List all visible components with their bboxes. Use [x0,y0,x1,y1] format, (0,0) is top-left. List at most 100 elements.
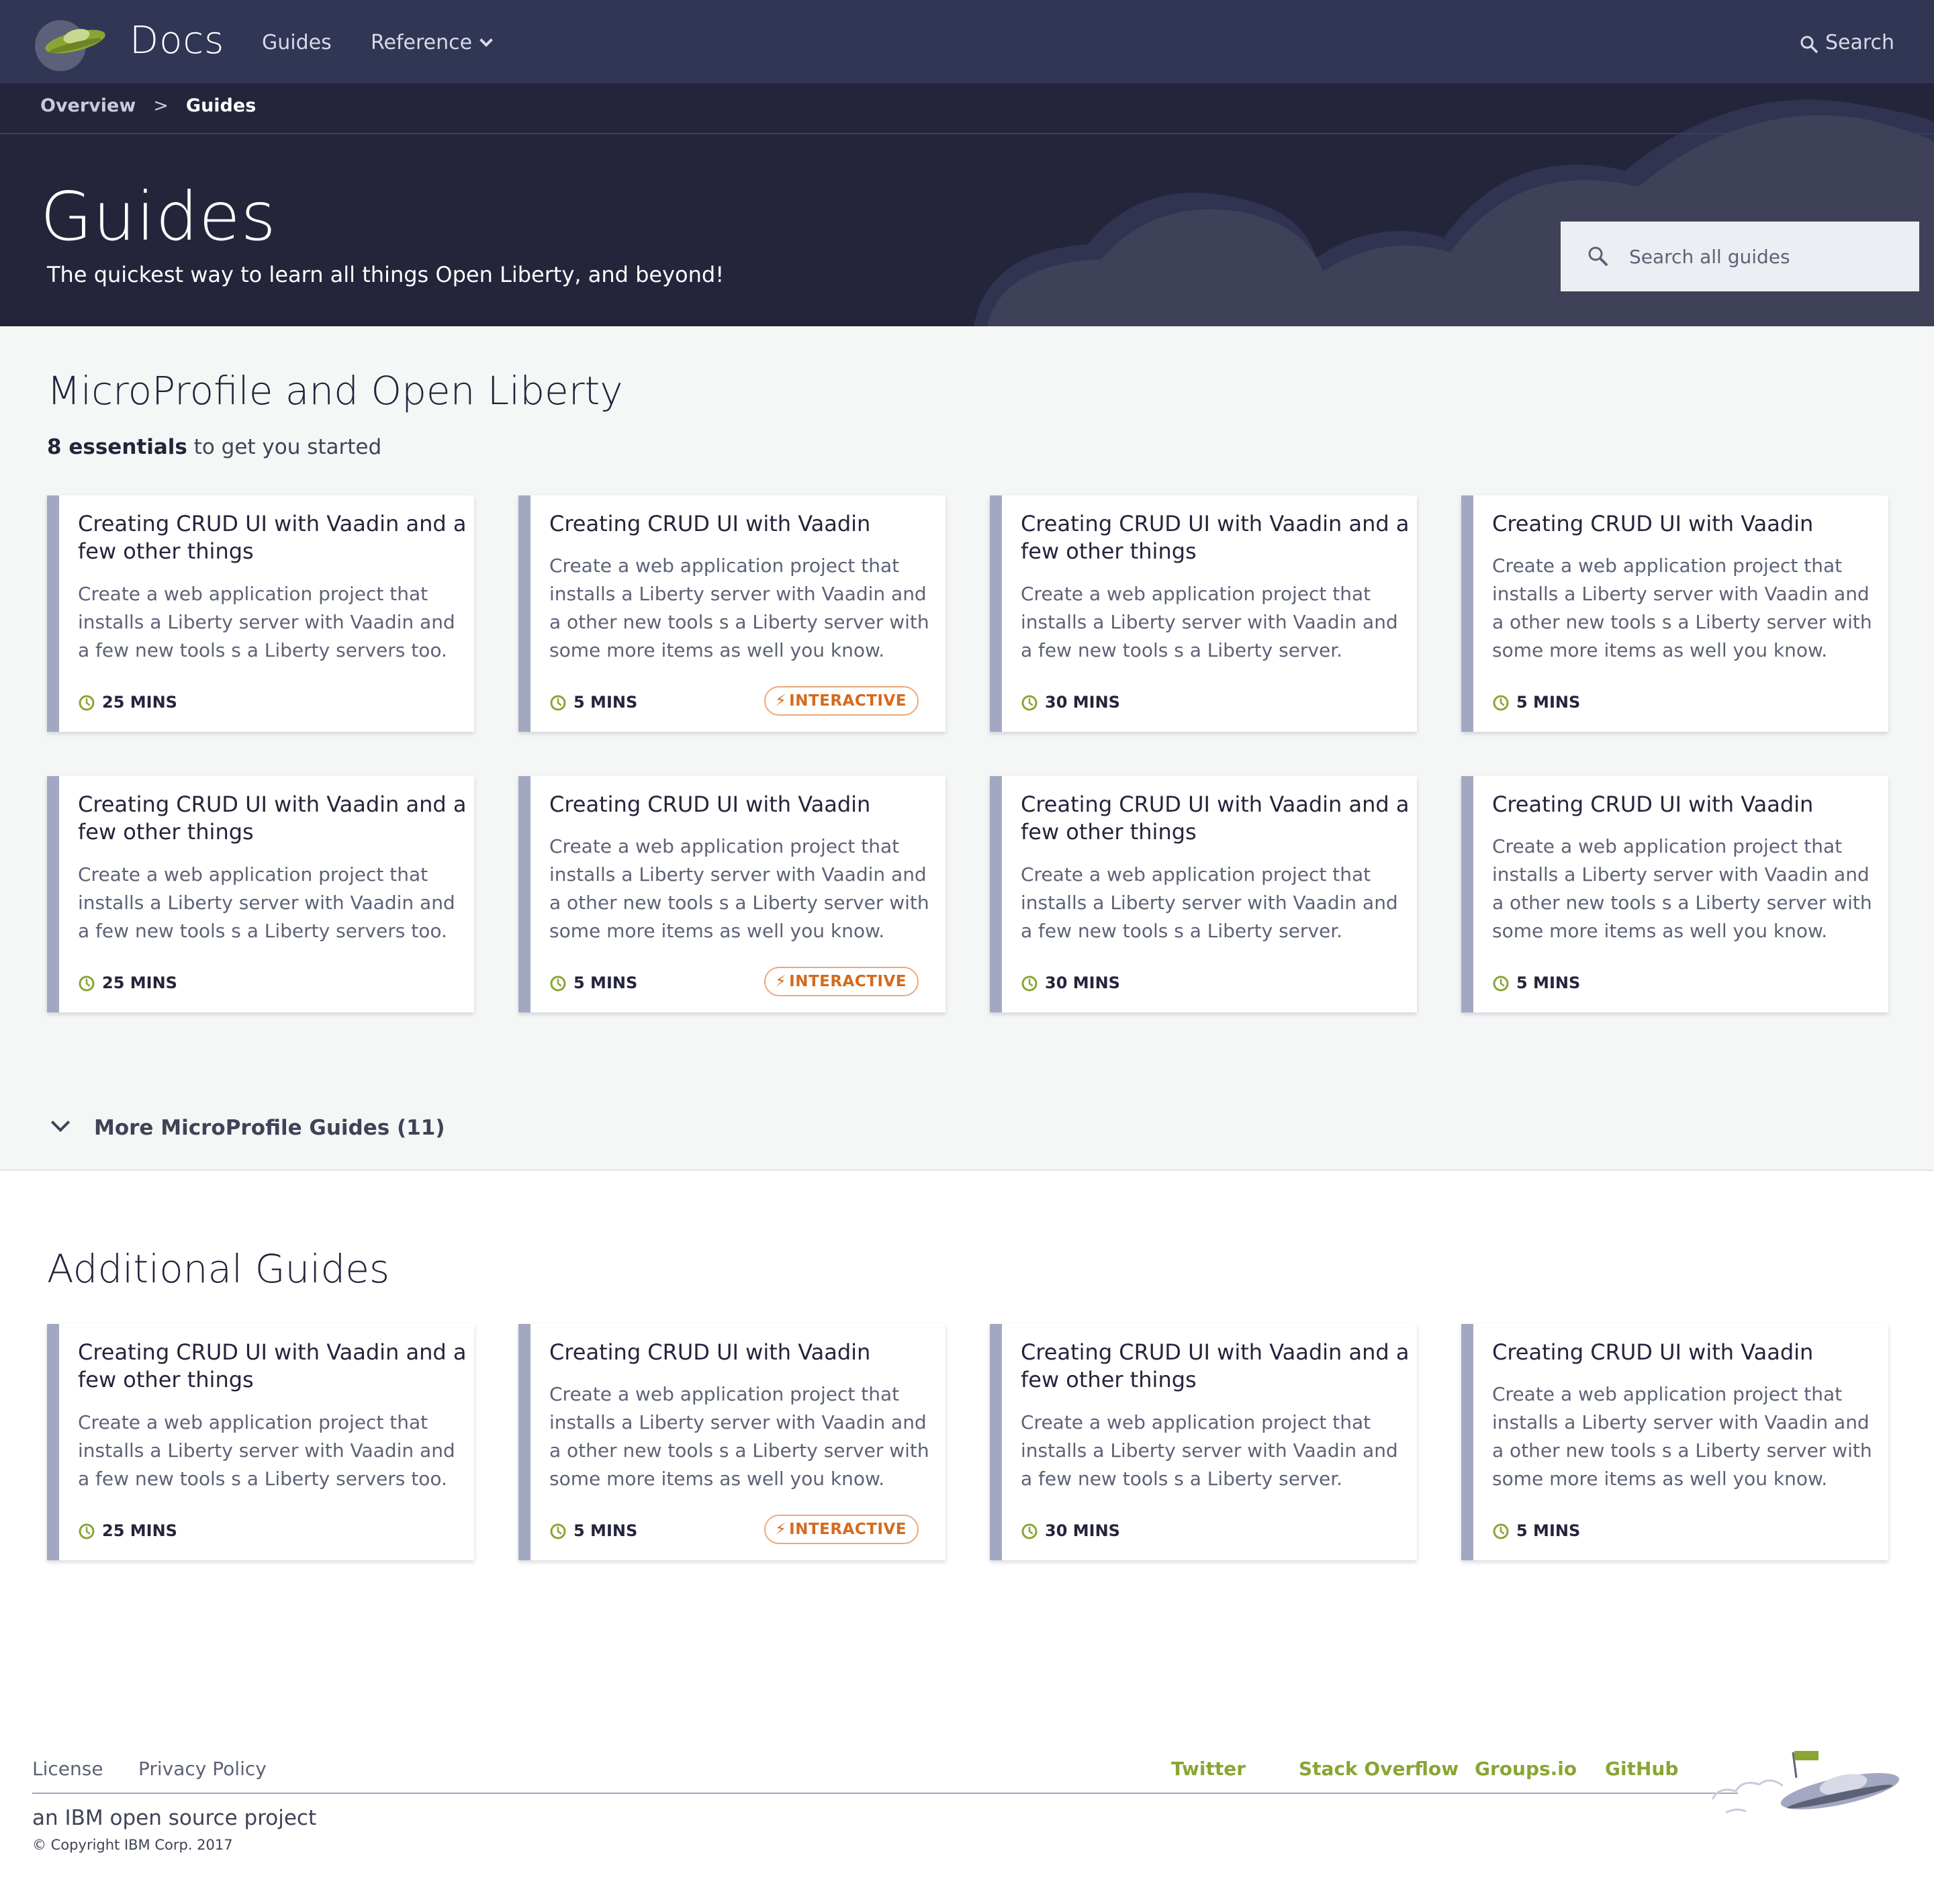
clock-icon [1493,695,1509,711]
guide-card-duration: 5 MINS [1492,973,1580,992]
footer-copyright: © Copyright IBM Corp. 2017 [32,1837,233,1853]
microprofile-section-count: 8 essentials to get you started [47,435,381,459]
guide-card-title[interactable]: Creating CRUD UI with Vaadin [1492,791,1882,818]
breadcrumb-divider [0,133,1934,134]
guide-card-description: Create a web application project that in… [1021,863,1398,942]
clock-icon [1021,975,1038,992]
brand-docs[interactable]: Docs [130,19,224,62]
breadcrumb-current: Guides [185,95,257,116]
guide-card-duration: 5 MINS [1492,693,1580,712]
lightning-icon: ⚡ [775,973,787,990]
interactive-badge-label: INTERACTIVE [789,973,907,990]
guide-card-duration: 30 MINS [1021,693,1120,712]
clock-icon [79,1523,95,1539]
search-icon [1588,246,1608,266]
guide-card-duration: 25 MINS [78,693,177,712]
guide-card-description: Create a web application project that in… [1492,1383,1872,1490]
essentials-count: 8 essentials [47,435,187,459]
guide-card[interactable]: Creating CRUD UI with Vaadin Create a web… [518,495,946,732]
guide-card-description: Create a web application project that in… [549,835,929,942]
guide-search-input[interactable] [1628,222,1910,291]
footer-divider [32,1793,1738,1794]
guide-card-description: Create a web application project that in… [549,555,929,661]
guide-card[interactable]: Creating CRUD UI with Vaadin Create a web… [1461,776,1888,1012]
guide-card-duration-text: 5 MINS [573,693,638,712]
search-icon [1800,36,1818,53]
chevron-down-icon [50,1112,71,1133]
guide-card-title[interactable]: Creating CRUD UI with Vaadin and a few o… [78,510,467,565]
guide-card-description: Create a web application project that in… [549,1383,929,1490]
guide-card-title[interactable]: Creating CRUD UI with Vaadin and a few o… [1021,791,1410,846]
guide-card[interactable]: Creating CRUD UI with Vaadin and a few o… [47,1324,474,1560]
guide-search-box[interactable] [1561,222,1919,291]
guide-card-description: Create a web application project that in… [1021,583,1398,661]
guide-card-title[interactable]: Creating CRUD UI with Vaadin [549,791,939,818]
guide-card-description: Create a web application project that in… [78,583,455,661]
clock-icon [1021,1523,1038,1539]
guide-card-duration: 5 MINS [549,973,637,992]
clock-icon [1493,1523,1509,1539]
guide-card[interactable]: Creating CRUD UI with Vaadin and a few o… [47,776,474,1012]
clock-icon [1021,695,1038,711]
ufo-illustration [1711,1751,1900,1814]
guide-card-title[interactable]: Creating CRUD UI with Vaadin [549,1339,939,1366]
hero-banner: Overview > Guides Guides The quickest way … [0,83,1934,326]
nav-search-label: Search [1825,31,1895,54]
footer-groupsio-link[interactable]: Groups.io [1475,1758,1577,1780]
nav-search-button[interactable]: Search [1800,31,1894,54]
interactive-badge-label: INTERACTIVE [789,692,907,710]
breadcrumb: Overview > Guides [40,95,256,116]
guide-card-duration-text: 25 MINS [102,973,177,992]
guide-card[interactable]: Creating CRUD UI with Vaadin and a few o… [47,495,474,732]
footer-github-link[interactable]: GitHub [1605,1758,1678,1780]
guide-card[interactable]: Creating CRUD UI with Vaadin Create a web… [518,1324,946,1560]
breadcrumb-overview-link[interactable]: Overview [40,95,136,116]
guide-card-duration-text: 5 MINS [573,1521,638,1540]
guide-card-title[interactable]: Creating CRUD UI with Vaadin [549,510,939,538]
guide-card-title[interactable]: Creating CRUD UI with Vaadin [1492,1339,1882,1366]
more-microprofile-guides-toggle[interactable]: More MicroProfile Guides (11) [50,1112,445,1140]
guide-card-title[interactable]: Creating CRUD UI with Vaadin and a few o… [1021,1339,1410,1394]
guide-card[interactable]: Creating CRUD UI with Vaadin and a few o… [990,1324,1417,1560]
nav-reference-dropdown[interactable]: Reference [371,31,493,54]
guide-card-duration-text: 25 MINS [102,693,177,712]
guide-card-title[interactable]: Creating CRUD UI with Vaadin and a few o… [78,791,467,846]
breadcrumb-separator: > [153,95,169,116]
guide-card-duration-text: 5 MINS [1516,973,1581,992]
guide-card-duration-text: 5 MINS [573,973,638,992]
guide-card[interactable]: Creating CRUD UI with Vaadin Create a web… [518,776,946,1012]
clock-icon [550,1523,566,1539]
nav-guides-link[interactable]: Guides [262,31,332,54]
guide-card-duration: 25 MINS [78,973,177,992]
guide-card[interactable]: Creating CRUD UI with Vaadin Create a web… [1461,495,1888,732]
open-liberty-logo[interactable] [34,17,109,71]
footer-license-link[interactable]: License [32,1758,103,1780]
footer-twitter-link[interactable]: Twitter [1171,1758,1246,1780]
guide-card-duration-text: 30 MINS [1045,1521,1120,1540]
clock-icon [550,975,566,992]
guide-card[interactable]: Creating CRUD UI with Vaadin Create a web… [1461,1324,1888,1560]
guide-card[interactable]: Creating CRUD UI with Vaadin and a few o… [990,495,1417,732]
interactive-badge-label: INTERACTIVE [789,1521,907,1538]
guide-card-title[interactable]: Creating CRUD UI with Vaadin [1492,510,1882,538]
interactive-badge: ⚡ INTERACTIVE [764,686,919,716]
footer-privacy-link[interactable]: Privacy Policy [138,1758,267,1780]
guide-card-duration-text: 25 MINS [102,1521,177,1540]
footer-stackoverflow-link[interactable]: Stack Overflow [1299,1758,1459,1780]
microprofile-section-title: MicroProfile and Open Liberty [47,368,623,414]
guide-card-duration: 5 MINS [1492,1521,1580,1540]
guide-card-duration-text: 5 MINS [1516,1521,1581,1540]
chevron-down-icon [479,34,493,47]
guide-card-duration-text: 30 MINS [1045,973,1120,992]
guide-card-description: Create a web application project that in… [1492,835,1872,942]
guide-card-title[interactable]: Creating CRUD UI with Vaadin and a few o… [1021,510,1410,565]
guide-card[interactable]: Creating CRUD UI with Vaadin and a few o… [990,776,1417,1012]
guide-card-duration: 5 MINS [549,693,637,712]
guide-card-description: Create a web application project that in… [1492,555,1872,661]
lightning-icon: ⚡ [775,1521,787,1538]
lightning-icon: ⚡ [775,692,787,710]
nav-reference-label: Reference [371,31,473,54]
clock-icon [550,695,566,711]
guide-card-description: Create a web application project that in… [78,863,455,942]
guide-card-title[interactable]: Creating CRUD UI with Vaadin and a few o… [78,1339,467,1394]
